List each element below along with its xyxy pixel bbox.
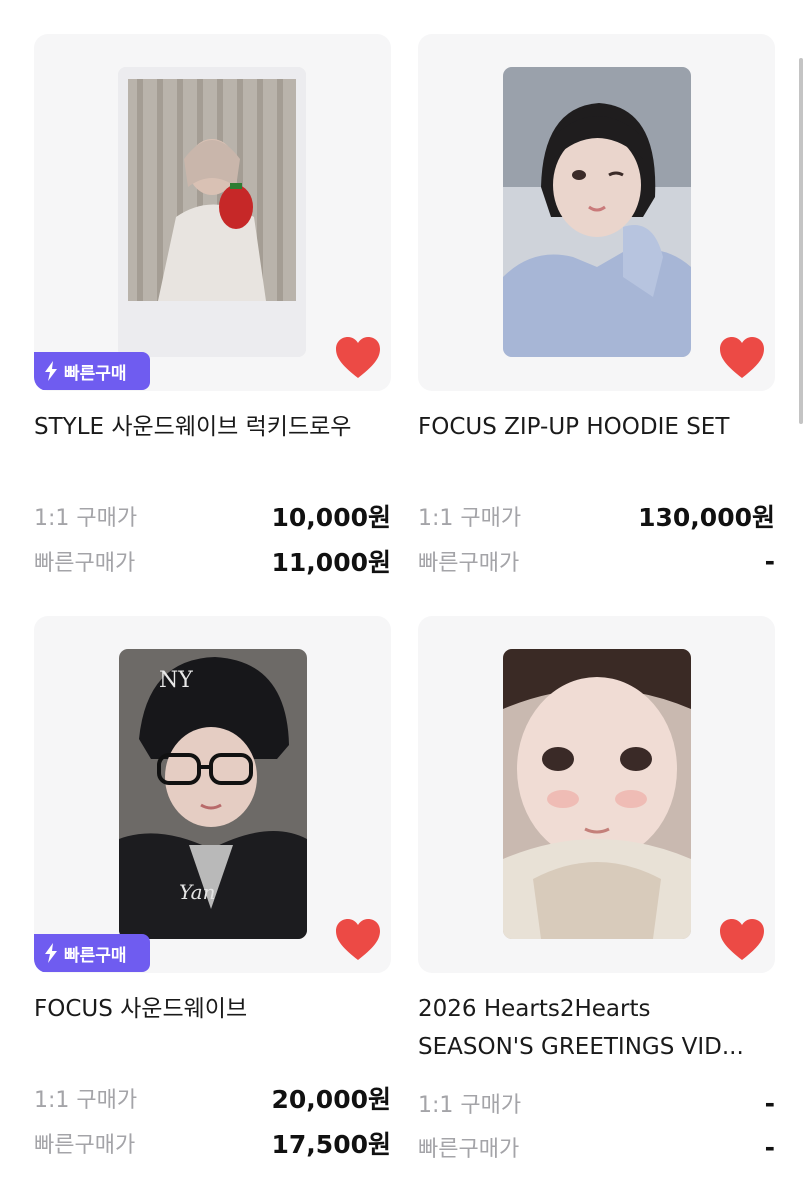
price-value: - (764, 1088, 775, 1118)
price-row-one-to-one: 1:1 구매가 130,000원 (418, 498, 775, 534)
scrollbar[interactable] (799, 58, 803, 424)
quick-buy-badge: 빠른구매 (34, 934, 150, 972)
photocard-image (503, 649, 691, 939)
product-card[interactable]: NY Yan 빠른구매 FOCUS 사운드웨이브 1:1 구매가 20,000원… (34, 616, 391, 1176)
product-title[interactable]: FOCUS ZIP-UP HOODIE SET (418, 409, 775, 445)
product-photo (118, 67, 306, 357)
product-card[interactable]: FOCUS ZIP-UP HOODIE SET 1:1 구매가 130,000원… (418, 34, 775, 594)
product-thumbnail[interactable]: NY Yan 빠른구매 (34, 616, 391, 973)
price-value: 10,000원 (271, 503, 391, 532)
price-label: 빠른구매가 (418, 1137, 520, 1162)
price-value: - (764, 546, 775, 576)
product-title[interactable]: FOCUS 사운드웨이브 (34, 991, 391, 1027)
product-card[interactable]: 빠른구매 STYLE 사운드웨이브 럭키드로우 1:1 구매가 10,000원 … (34, 34, 391, 594)
product-title[interactable]: STYLE 사운드웨이브 럭키드로우 (34, 409, 391, 445)
product-card[interactable]: 2026 Hearts2Hearts SEASON'S GREETINGS VI… (418, 616, 775, 1176)
price-label: 1:1 구매가 (418, 1093, 522, 1118)
price-label: 빠른구매가 (34, 551, 136, 576)
product-photo (503, 67, 691, 357)
price-value: 130,000원 (638, 503, 775, 532)
price-row-one-to-one: 1:1 구매가 - (418, 1085, 775, 1121)
price-label: 빠른구매가 (418, 551, 520, 576)
heart-icon[interactable] (334, 336, 382, 380)
badge-label: 빠른구매 (64, 363, 127, 384)
product-thumbnail[interactable]: 빠른구매 (34, 34, 391, 391)
product-thumbnail[interactable] (418, 616, 775, 973)
price-label: 빠른구매가 (34, 1133, 136, 1158)
price-row-quick-buy: 빠른구매가 11,000원 (34, 543, 391, 579)
product-grid: 빠른구매 STYLE 사운드웨이브 럭키드로우 1:1 구매가 10,000원 … (0, 0, 809, 1200)
price-value: 11,000원 (271, 548, 391, 577)
product-photo: NY Yan (119, 649, 307, 939)
polaroid-photo-image (118, 67, 306, 357)
svg-text:NY: NY (159, 668, 193, 693)
price-label: 1:1 구매가 (34, 506, 138, 531)
price-row-quick-buy: 빠른구매가 17,500원 (34, 1125, 391, 1161)
heart-icon[interactable] (334, 918, 382, 962)
badge-label: 빠른구매 (64, 945, 127, 966)
photocard-image (503, 67, 691, 357)
lightning-icon (45, 943, 57, 963)
price-row-quick-buy: 빠른구매가 - (418, 1129, 775, 1165)
product-photo (503, 649, 691, 939)
price-value: - (764, 1132, 775, 1162)
price-label: 1:1 구매가 (34, 1088, 138, 1113)
price-value: 17,500원 (271, 1130, 391, 1159)
product-title-line-2[interactable]: SEASON'S GREETINGS VID... (418, 1029, 775, 1065)
heart-icon[interactable] (718, 336, 766, 380)
price-value: 20,000원 (271, 1085, 391, 1114)
photocard-image: NY Yan (119, 649, 307, 939)
svg-text:Yan: Yan (179, 880, 215, 904)
quick-buy-badge: 빠른구매 (34, 352, 150, 390)
price-row-one-to-one: 1:1 구매가 20,000원 (34, 1080, 391, 1116)
product-title-line-1[interactable]: 2026 Hearts2Hearts (418, 991, 775, 1027)
price-label: 1:1 구매가 (418, 506, 522, 531)
price-row-quick-buy: 빠른구매가 - (418, 543, 775, 579)
lightning-icon (45, 361, 57, 381)
price-row-one-to-one: 1:1 구매가 10,000원 (34, 498, 391, 534)
product-thumbnail[interactable] (418, 34, 775, 391)
heart-icon[interactable] (718, 918, 766, 962)
